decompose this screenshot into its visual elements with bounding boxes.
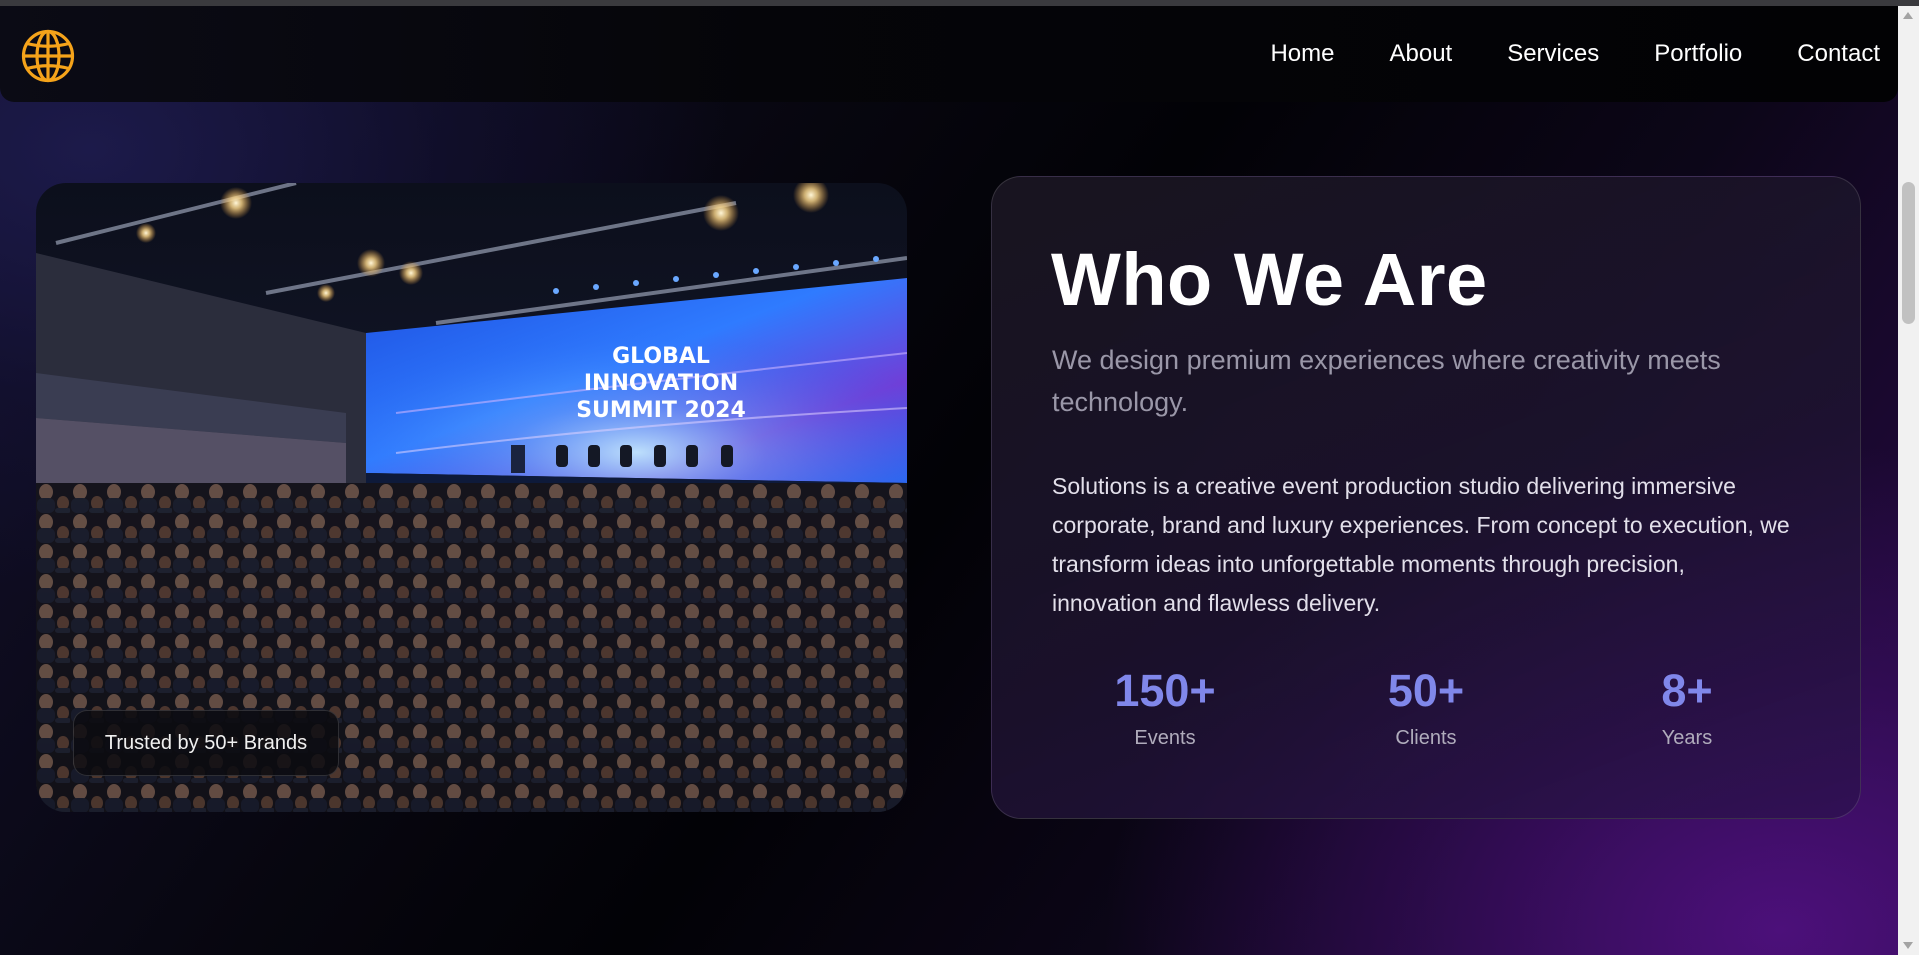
nav-link-about[interactable]: About	[1389, 40, 1452, 68]
scroll-down-arrow-icon[interactable]	[1903, 942, 1913, 949]
section-description: Solutions is a creative event production…	[1052, 473, 1790, 616]
nav-link-services[interactable]: Services	[1507, 40, 1599, 68]
globe-icon[interactable]	[20, 28, 76, 84]
screen-text-line-3: SUMMIT 2024	[576, 398, 746, 423]
vertical-scrollbar[interactable]	[1898, 6, 1919, 955]
stat-label: Clients	[1395, 727, 1457, 749]
screen-text-line-2: INNOVATION	[584, 371, 738, 396]
stat-value: 150+	[1114, 665, 1216, 716]
stat-clients: 50+ Clients	[1306, 667, 1546, 750]
site-header: Home About Services Portfolio Contact	[0, 6, 1898, 102]
scroll-up-arrow-icon[interactable]	[1903, 12, 1913, 19]
screen-text-line-1: GLOBAL	[612, 344, 710, 369]
main-nav: Home About Services Portfolio Contact	[1270, 6, 1880, 102]
stat-label: Years	[1661, 727, 1713, 749]
nav-link-contact[interactable]: Contact	[1797, 40, 1880, 68]
stat-value: 50+	[1387, 665, 1465, 716]
nav-link-home[interactable]: Home	[1270, 40, 1334, 68]
stat-years: 8+ Years	[1567, 667, 1807, 750]
section-subtitle: We design premium experiences where crea…	[1052, 345, 1721, 417]
trusted-badge: Trusted by 50+ Brands	[73, 710, 339, 776]
nav-link-portfolio[interactable]: Portfolio	[1654, 40, 1742, 68]
stat-events: 150+ Events	[1045, 667, 1285, 750]
scrollbar-thumb[interactable]	[1902, 182, 1915, 324]
stat-value: 8+	[1661, 665, 1713, 716]
about-card: Who We Are We design premium experiences…	[991, 176, 1861, 819]
stat-label: Events	[1134, 727, 1196, 749]
section-title: Who We Are	[1051, 238, 1488, 321]
